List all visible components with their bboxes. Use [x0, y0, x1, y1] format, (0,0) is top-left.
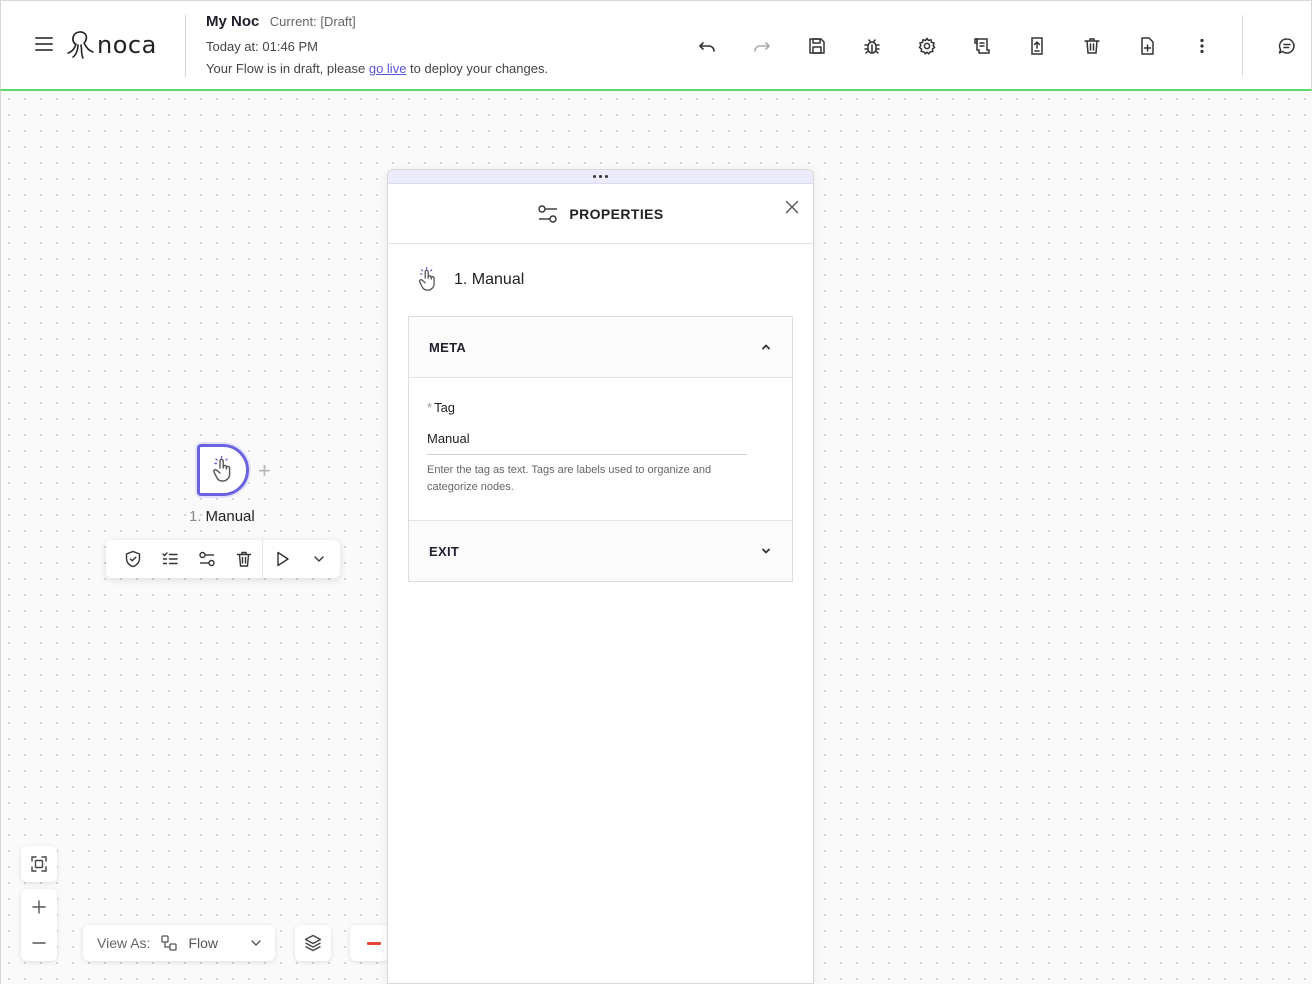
flow-title: My Noc — [206, 13, 260, 30]
debug-icon — [864, 39, 880, 54]
flow-info: My Noc Current: [Draft] Today at: 01:46 … — [206, 13, 548, 76]
chevron-down-icon — [313, 556, 324, 562]
properties-icon — [198, 551, 215, 567]
tag-label-text: Tag — [434, 400, 456, 415]
node-more-button[interactable] — [300, 540, 337, 578]
properties-accordion: META *Tag Enter the tag as text. Tags ar… — [408, 316, 793, 582]
exit-section-header[interactable]: EXIT — [409, 521, 792, 581]
menu-icon[interactable] — [35, 34, 57, 56]
chat-icon — [1278, 38, 1295, 54]
redo-button[interactable] — [746, 34, 778, 58]
new-file-icon — [1141, 37, 1154, 55]
panel-title: PROPERTIES — [569, 205, 664, 222]
header-toolbar — [691, 34, 1241, 58]
toolbar-divider — [1242, 15, 1243, 77]
hand-click-icon — [418, 266, 435, 291]
settings-button[interactable] — [911, 34, 943, 58]
checklist-icon — [161, 552, 178, 565]
node-shield-button[interactable] — [114, 540, 151, 578]
play-icon — [276, 551, 289, 567]
zoom-controls — [21, 889, 57, 961]
save-icon — [809, 38, 825, 54]
redo-icon — [754, 42, 770, 52]
flow-view-icon — [161, 935, 178, 951]
chat-button[interactable] — [1274, 34, 1300, 58]
more-button[interactable] — [1186, 34, 1218, 58]
exit-section-title: EXIT — [429, 543, 460, 559]
view-as-label: View As: — [97, 935, 151, 951]
selected-node-label: 1. Manual — [454, 271, 525, 288]
view-as-value: Flow — [188, 935, 218, 951]
layers-button[interactable] — [295, 925, 331, 961]
meta-section-body: *Tag Enter the tag as text. Tags are lab… — [409, 377, 792, 521]
tag-field-label: * Tag — [427, 400, 772, 415]
tag-help-text: Enter the tag as text. Tags are labels u… — [427, 464, 712, 493]
logs-icon — [974, 38, 990, 54]
properties-panel: PROPERTIES 1. Manual META *Tag Enter the… — [387, 169, 814, 984]
minus-icon — [32, 942, 46, 944]
settings-icon — [918, 37, 936, 55]
node-name: Manual — [205, 508, 255, 525]
noca-logo[interactable]: noca — [67, 27, 157, 63]
undo-icon — [699, 42, 715, 52]
status-dash-icon — [367, 942, 381, 945]
header-divider — [185, 15, 186, 77]
node-number: 1. — [189, 508, 202, 525]
node-properties-button[interactable] — [188, 540, 225, 578]
panel-header: PROPERTIES — [388, 184, 813, 244]
view-as-select[interactable]: View As: Flow — [83, 925, 275, 961]
zoom-in-button[interactable] — [21, 889, 57, 925]
draft-message-suffix: to deploy your changes. — [410, 61, 549, 76]
node-label: 1. Manual — [189, 508, 255, 525]
plus-icon — [32, 900, 46, 914]
flow-node-manual[interactable] — [197, 444, 249, 496]
node-toolbar — [106, 540, 340, 578]
delete-flow-button[interactable] — [1076, 34, 1108, 58]
panel-drag-handle[interactable] — [388, 170, 813, 184]
publish-icon — [1031, 37, 1043, 55]
logs-button[interactable] — [966, 34, 998, 58]
save-button[interactable] — [801, 34, 833, 58]
close-icon[interactable] — [783, 198, 801, 216]
chevron-up-icon — [762, 344, 770, 350]
node-checklist-button[interactable] — [151, 540, 188, 578]
new-file-button[interactable] — [1131, 34, 1163, 58]
selected-node-info: 1. Manual — [388, 244, 813, 316]
fit-view-icon — [31, 856, 47, 872]
debug-button[interactable] — [856, 34, 888, 58]
delete-icon — [1084, 38, 1100, 54]
tag-input[interactable] — [427, 425, 747, 455]
meta-section-header[interactable]: META — [409, 317, 792, 377]
status-indicator-button[interactable] — [350, 925, 390, 961]
hand-click-icon — [213, 456, 231, 482]
properties-icon — [538, 204, 558, 223]
octopus-logo-icon — [67, 31, 94, 59]
logo-text: noca — [97, 31, 157, 59]
chevron-down-icon — [762, 548, 770, 554]
go-live-link[interactable]: go live — [369, 61, 407, 76]
more-icon — [1200, 38, 1204, 54]
meta-section-title: META — [429, 339, 467, 355]
required-asterisk: * — [427, 400, 433, 415]
flow-timestamp: Today at: 01:46 PM — [206, 39, 319, 54]
publish-button[interactable] — [1021, 34, 1053, 58]
draft-message: Your Flow is in draft, please go live to… — [206, 61, 548, 76]
add-node-plus-icon[interactable]: + — [258, 458, 271, 484]
layers-icon — [304, 934, 322, 952]
draft-message-prefix: Your Flow is in draft, please — [206, 61, 366, 76]
undo-button[interactable] — [691, 34, 723, 58]
node-run-button[interactable] — [263, 540, 300, 578]
delete-icon — [236, 551, 251, 567]
shield-icon — [125, 550, 140, 568]
flow-version: Current: [Draft] — [269, 14, 356, 29]
node-delete-button[interactable] — [225, 540, 262, 578]
fit-view-button[interactable] — [21, 846, 57, 882]
chevron-down-icon — [251, 940, 261, 946]
app-header: noca My Noc Current: [Draft] Today at: 0… — [0, 0, 1312, 91]
zoom-out-button[interactable] — [21, 925, 57, 961]
